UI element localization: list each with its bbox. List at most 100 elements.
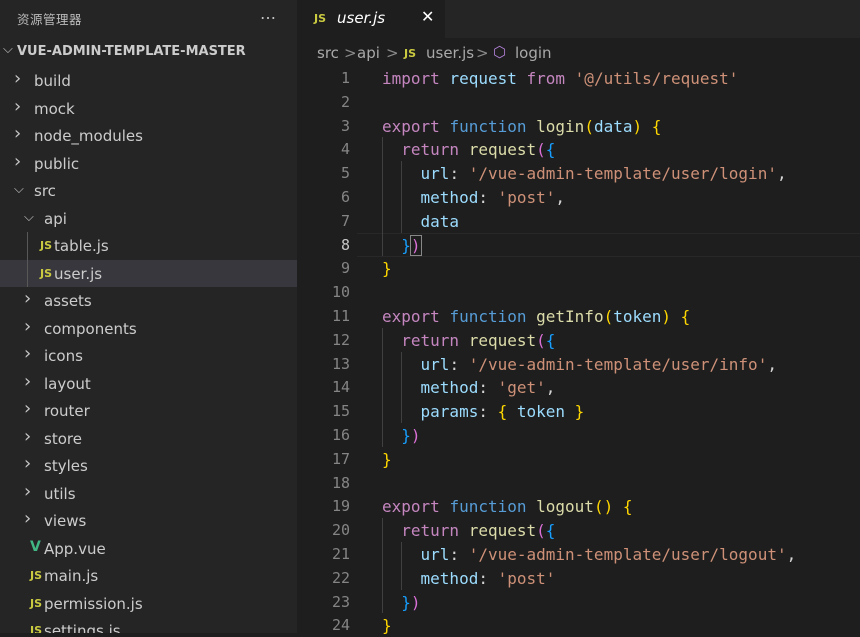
line-number: 11 — [331, 306, 350, 325]
tree-item-label: settings.js — [44, 622, 121, 633]
tab-user-js[interactable]: JS user.js ✕ — [297, 0, 445, 38]
line-number: 23 — [331, 592, 350, 611]
folder-item[interactable]: › assets — [0, 287, 297, 315]
file-item[interactable]: V App.vue — [0, 535, 297, 563]
folder-item[interactable]: › utils — [0, 480, 297, 508]
code-token: method — [420, 568, 479, 588]
chevron-right-icon: › — [24, 508, 32, 529]
code-token: , — [786, 544, 797, 564]
code-line[interactable]: 19 export function logout() { — [297, 494, 860, 518]
breadcrumb-file[interactable]: user.js — [426, 44, 474, 62]
line-content: }) — [382, 592, 420, 612]
code-token: : — [478, 187, 498, 207]
tree-item-label: api — [44, 209, 67, 228]
close-icon[interactable]: ✕ — [421, 7, 434, 26]
line-number: 19 — [331, 497, 350, 516]
code-token: ( — [536, 140, 546, 160]
code-token: , — [767, 354, 777, 374]
chevron-right-icon: › — [24, 288, 32, 309]
tree-item-label: user.js — [54, 264, 103, 283]
code-token: export — [382, 306, 450, 326]
chevron-down-icon: ⌵ — [14, 182, 24, 197]
line-number: 10 — [331, 283, 350, 302]
code-token: '/vue-admin-template/user/login' — [468, 164, 777, 184]
code-token: url — [420, 544, 450, 564]
code-line[interactable]: 11 export function getInfo(token) { — [297, 304, 860, 328]
folder-item[interactable]: › layout — [0, 370, 297, 398]
code-line[interactable]: 18 — [297, 471, 860, 495]
code-line[interactable]: 2 — [297, 90, 860, 114]
folder-item[interactable]: › styles — [0, 452, 297, 480]
line-content: method: 'post' — [382, 568, 556, 588]
code-token: request — [468, 140, 537, 160]
code-line[interactable]: 3 export function login(data) { — [297, 114, 860, 138]
file-item[interactable]: JS permission.js — [0, 590, 297, 618]
folder-item[interactable]: › build — [0, 67, 297, 95]
code-token: } — [401, 235, 411, 255]
chevron-right-icon: › — [24, 453, 32, 474]
code-line[interactable]: 9} — [297, 256, 860, 280]
breadcrumb-separator: > — [476, 44, 489, 62]
line-number: 3 — [340, 116, 350, 135]
file-item[interactable]: JS table.js — [0, 232, 297, 260]
code-token: } — [401, 425, 411, 445]
line-content: method: 'post', — [382, 187, 566, 207]
symbol-method-icon: ⬡ — [493, 43, 507, 61]
code-token: return — [401, 521, 469, 541]
code-token: '/vue-admin-template/user/logout' — [468, 544, 787, 564]
folder-item[interactable]: ⌵ api — [0, 205, 297, 233]
line-content: } — [382, 450, 392, 469]
folder-item[interactable]: › mock — [0, 95, 297, 123]
breadcrumb-src[interactable]: src — [317, 44, 339, 62]
line-number: 2 — [340, 92, 350, 111]
folder-item[interactable]: › public — [0, 150, 297, 178]
code-token: return — [401, 140, 469, 160]
folder-item[interactable]: › icons — [0, 342, 297, 370]
folder-item[interactable]: › router — [0, 397, 297, 425]
code-line[interactable]: 10 — [297, 280, 860, 304]
code-token: url — [420, 354, 450, 374]
chevron-right-icon: › — [14, 68, 22, 89]
code-line[interactable]: 24} — [297, 613, 860, 637]
code-token: } — [401, 592, 411, 612]
folder-item[interactable]: › components — [0, 315, 297, 343]
code-line[interactable]: 17} — [297, 447, 860, 471]
breadcrumb-api[interactable]: api — [357, 44, 380, 62]
line-content: }) — [382, 234, 422, 256]
folder-item[interactable]: › node_modules — [0, 122, 297, 150]
folder-item[interactable]: › store — [0, 425, 297, 453]
more-actions-icon[interactable]: … — [260, 4, 277, 23]
file-item[interactable]: JS main.js — [0, 562, 297, 590]
code-token: method — [420, 378, 479, 398]
indent-guide — [382, 518, 383, 614]
folder-item[interactable]: › views — [0, 507, 297, 535]
code-token: from — [526, 69, 575, 88]
code-editor[interactable]: 1 import request from '@/utils/request' 2 3… — [297, 66, 860, 637]
tree-item-label: public — [34, 154, 80, 173]
breadcrumb: src > api > JS user.js > ⬡ login — [297, 42, 860, 64]
explorer-title: 资源管理器 — [17, 12, 83, 27]
tree-item-label: table.js — [54, 237, 109, 255]
code-token: request — [468, 330, 537, 350]
code-token: '/vue-admin-template/user/info' — [468, 354, 768, 374]
indent-guide — [401, 351, 402, 423]
file-item[interactable]: JS settings.js — [0, 617, 297, 633]
chevron-down-icon: ⌵ — [24, 209, 34, 225]
js-file-icon: JS — [40, 239, 53, 252]
breadcrumb-symbol[interactable]: login — [515, 44, 552, 62]
code-token: { — [545, 140, 556, 160]
line-content: return request({ — [382, 521, 555, 540]
folder-item[interactable]: ⌵ src — [0, 177, 297, 205]
code-line[interactable]: 1 import request from '@/utils/request' — [297, 66, 860, 90]
file-item[interactable]: JS user.js — [0, 259, 297, 287]
code-token: export — [382, 116, 450, 136]
tree-item-label: router — [44, 402, 90, 420]
code-token: : — [449, 544, 469, 564]
line-number: 24 — [331, 616, 350, 635]
workspace-section-header[interactable]: ⌵ VUE-ADMIN-TEMPLATE-MASTER — [0, 42, 297, 64]
breadcrumb-separator: > — [386, 44, 399, 62]
tab-bar: JS user.js ✕ — [297, 0, 860, 38]
tree-item-label: main.js — [44, 567, 99, 585]
